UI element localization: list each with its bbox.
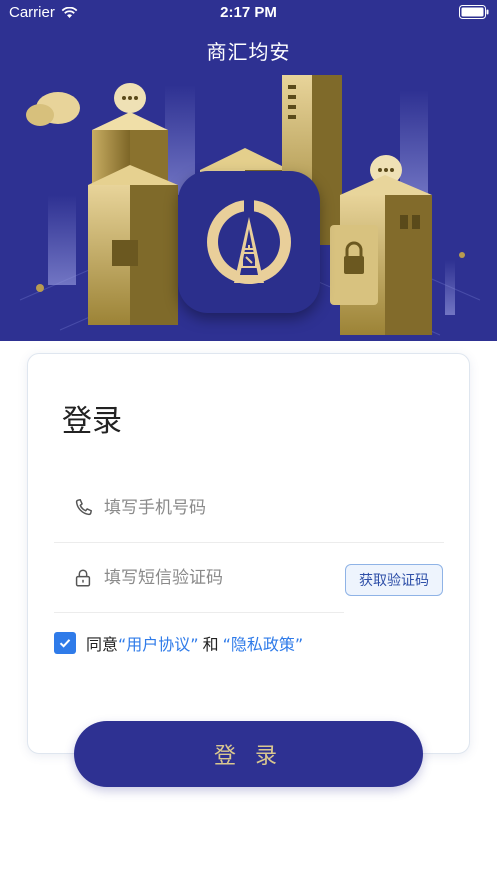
agreement-row: 同意 “用户协议” 和 “隐私政策” [54,631,303,655]
user-agreement-link[interactable]: “用户协议” [118,631,199,655]
logo-emblem-icon [207,199,291,284]
sms-code-input[interactable] [104,567,324,588]
login-card: 登录 获取验证码 同意 “用户协议” 和 “隐私政策” [27,353,470,754]
agree-and: 和 [202,635,219,654]
privacy-policy-link[interactable]: “隐私政策” [223,631,304,655]
phone-icon [75,498,92,515]
phone-field [54,473,444,543]
login-button[interactable]: 登 录 [74,721,423,787]
page-title: 商汇均安 [206,40,291,64]
checkmark-icon [59,639,71,648]
login-title: 登录 [62,404,122,439]
status-bar: Carrier 2:17 PM [0,0,497,26]
agree-prefix: 同意 [86,635,119,654]
agree-checkbox[interactable] [54,632,76,654]
battery-icon [459,5,489,19]
sms-code-field [54,543,344,613]
status-time: 2:17 PM [220,4,277,21]
get-code-button[interactable]: 获取验证码 [345,564,443,596]
lock-icon [75,568,91,587]
app-logo [178,171,320,313]
phone-input[interactable] [104,497,324,518]
hero-banner: Carrier 2:17 PM 商汇均安 [0,0,497,341]
